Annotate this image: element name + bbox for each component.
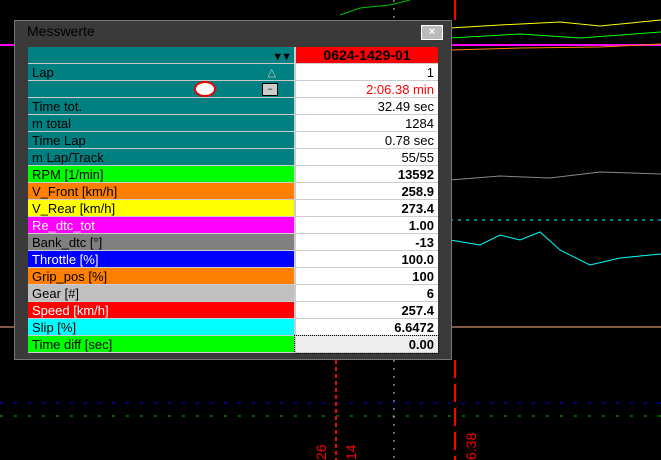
table-header: ▼▼ 0624-1429-01 [28,47,438,64]
window-title: Messwerte [27,23,95,39]
row-value: 13592 [294,165,438,183]
row-label: Time Lap [32,132,86,148]
row-value: 258.9 [294,182,438,200]
table-row: Time Lap 0.78 sec [28,131,438,149]
row-value: 55/55 [294,148,438,166]
axis-label: 6.38 [463,433,479,460]
row-label: Speed [km/h] [32,302,109,318]
collapse-button[interactable]: − [262,82,278,96]
close-button[interactable]: × [421,25,443,40]
table-row: Speed [km/h] 257.4 [28,301,438,319]
table-row: Gear [#] 6 [28,284,438,302]
axis-label: 14 [343,444,359,460]
table-row: Bank_dtc [°] -13 [28,233,438,251]
row-label: Time diff [sec] [32,336,113,352]
table-row: m Lap/Track 55/55 [28,148,438,166]
table-row: Throttle [%] 100.0 [28,250,438,268]
row-label: V_Front [km/h] [32,183,118,199]
row-value: 273.4 [294,199,438,217]
row-value: 6.6472 [294,318,438,336]
row-value: 1284 [294,114,438,132]
table-row: − 2:06.38 min [28,80,438,98]
messwerte-window[interactable]: Messwerte × ▼▼ 0624-1429-01 Lap △ 1 − 2:06.3… [14,20,452,360]
row-value: 32.49 sec [294,97,438,115]
row-value: 100.0 [294,250,438,268]
row-value: 257.4 [294,301,438,319]
row-label: Throttle [%] [32,251,99,267]
row-value: 2:06.38 min [294,80,438,98]
values-table: ▼▼ 0624-1429-01 Lap △ 1−2:06.38 min Time to… [28,47,439,354]
table-row: V_Front [km/h] 258.9 [28,182,438,200]
row-label: Gear [#] [32,285,79,301]
row-value: 6 [294,284,438,302]
table-row: Lap △ 1 [28,63,438,81]
row-label: m Lap/Track [32,149,104,165]
row-value: -13 [294,233,438,251]
row-label: Lap [32,64,54,80]
row-label: V_Rear [km/h] [32,200,116,216]
row-label: RPM [1/min] [32,166,104,182]
row-label: Time tot. [32,98,83,114]
chevron-down-icon[interactable]: ▼▼ [272,51,292,63]
row-label: Bank_dtc [°] [32,234,103,250]
axis-label: 26 [313,444,329,460]
stopwatch-icon [193,81,216,97]
row-value: 0.00 [294,334,439,354]
row-value: 1.00 [294,216,438,234]
table-row: RPM [1/min] 13592 [28,165,438,183]
table-row: m total 1284 [28,114,438,132]
row-value: 0.78 sec [294,131,438,149]
triangle-up-icon[interactable]: △ [268,66,276,79]
row-value: 1 [294,63,438,81]
session-id: 0624-1429-01 [294,47,438,64]
table-row: Time diff [sec] 0.00 [28,334,439,354]
row-label: Slip [%] [32,319,77,335]
table-row: Slip [%] 6.6472 [28,318,438,336]
table-row: Time tot. 32.49 sec [28,97,438,115]
table-row: V_Rear [km/h] 273.4 [28,199,438,217]
row-label: Grip_pos [%] [32,268,108,284]
row-label: Re_dtc_tot [32,217,95,233]
row-value: 100 [294,267,438,285]
table-row: Grip_pos [%] 100 [28,267,438,285]
row-label: m total [32,115,72,131]
table-row: Re_dtc_tot 1.00 [28,216,438,234]
